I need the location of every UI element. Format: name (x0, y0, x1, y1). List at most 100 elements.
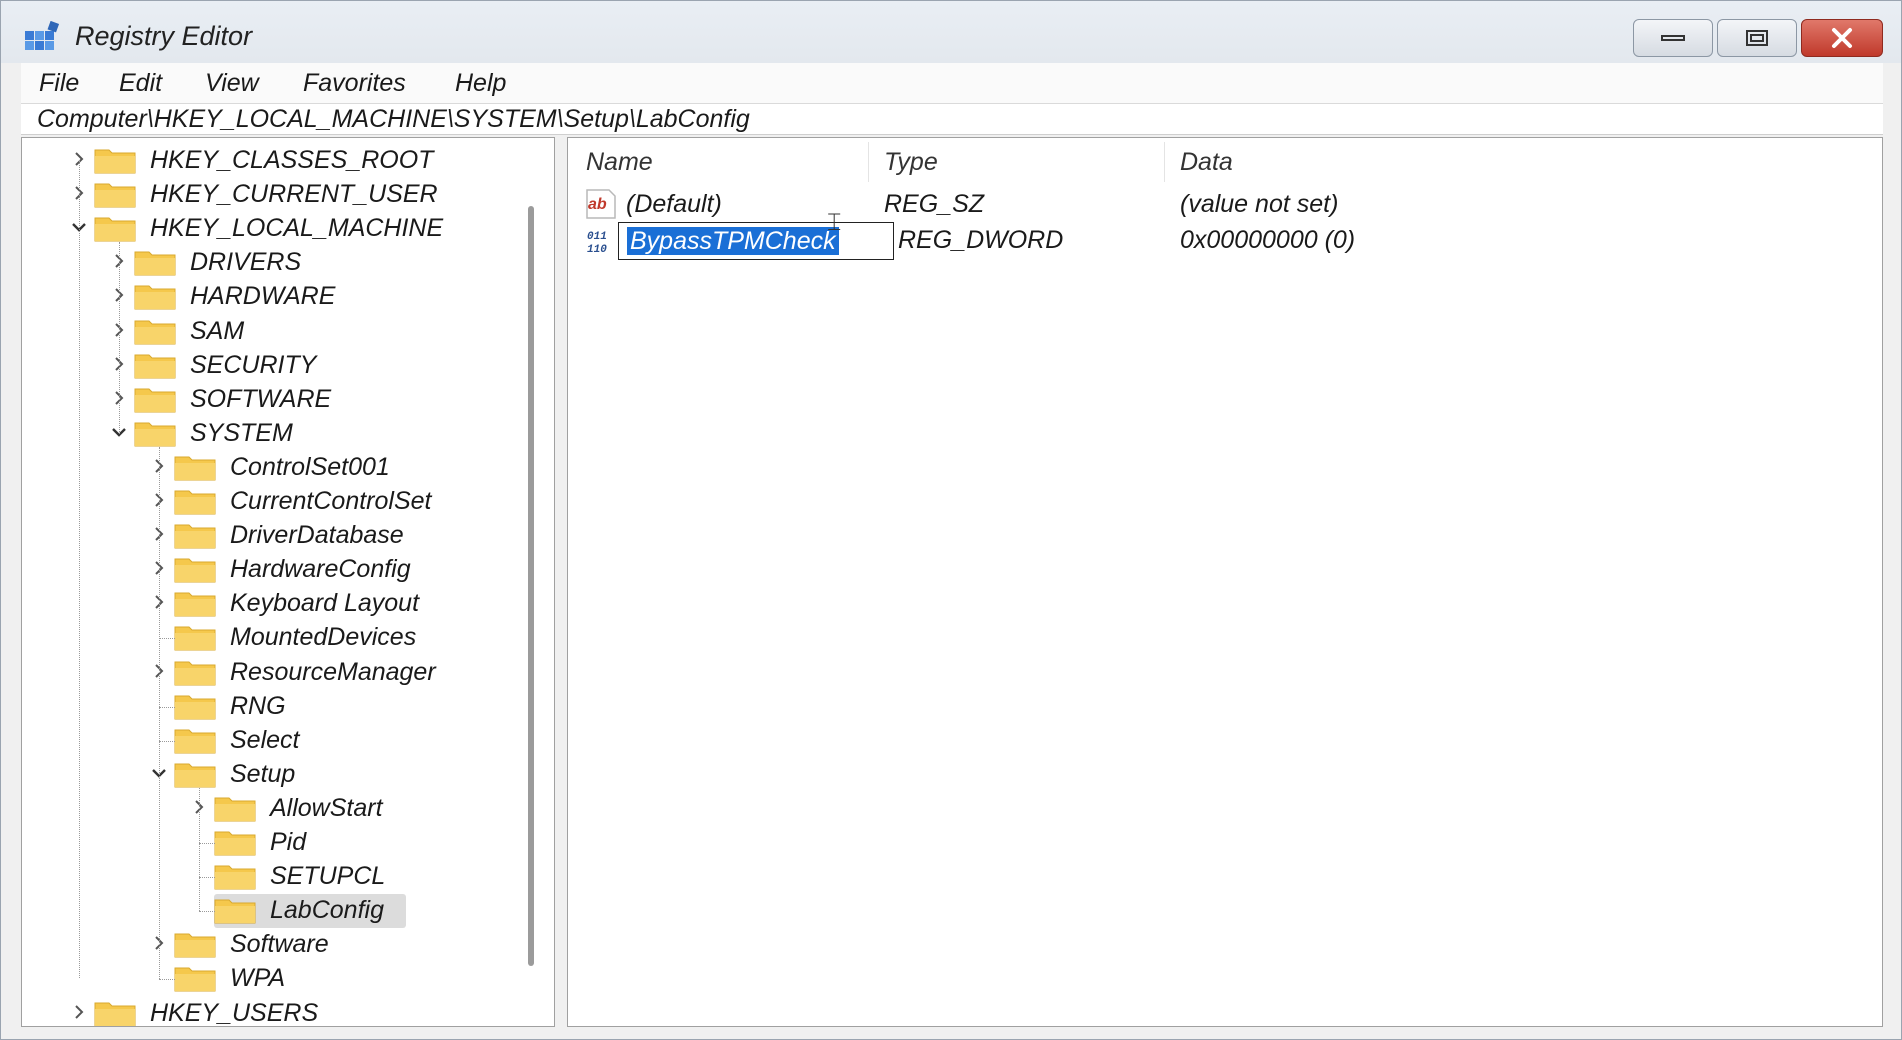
tree-node-label: MountedDevices (230, 623, 417, 652)
address-path[interactable]: Computer\HKEY_LOCAL_MACHINE\SYSTEM\Setup… (37, 104, 750, 134)
column-divider[interactable] (1164, 142, 1165, 182)
folder-icon (94, 147, 136, 174)
value-name: (Default) (626, 190, 722, 218)
tree-node-label: HKEY_CLASSES_ROOT (150, 146, 434, 174)
tree-node[interactable]: HardwareConfig (148, 553, 548, 585)
svg-text:110: 110 (587, 244, 607, 256)
folder-icon (94, 215, 136, 242)
title-bar[interactable]: Registry Editor (1, 1, 1901, 63)
folder-icon (174, 522, 216, 549)
column-divider[interactable] (868, 142, 869, 182)
folder-icon (134, 249, 176, 276)
tree-node-label: Setup (230, 759, 296, 788)
tree-node-label: HardwareConfig (230, 555, 411, 584)
menu-bar: File Edit View Favorites Help (21, 63, 1883, 103)
tree-node-label: AllowStart (270, 793, 383, 822)
column-header-name[interactable]: Name (586, 138, 653, 186)
minimize-icon (1634, 20, 1712, 56)
tree-guide-line (159, 979, 175, 981)
value-row[interactable]: 011 110 BypassTPMCheck ⌶ REG_DWORD 0x000… (568, 209, 1882, 260)
tree-node-label: Keyboard Layout (230, 589, 420, 618)
folder-icon (134, 420, 176, 447)
folder-icon (94, 1000, 136, 1026)
tree-node-label: HARDWARE (190, 282, 336, 311)
value-data: 0x00000000 (0) (1180, 226, 1356, 254)
folder-icon (174, 659, 216, 686)
value-data: (value not set) (1180, 190, 1339, 218)
tree-node-label: DRIVERS (190, 248, 302, 277)
tree-node-label: LabConfig (270, 896, 384, 925)
tree-node[interactable]: ControlSet001 (148, 451, 548, 483)
tree-node[interactable]: WPA (148, 962, 548, 994)
tree-node-label: HKEY_USERS (150, 998, 319, 1027)
rename-field[interactable]: BypassTPMCheck ⌶ (618, 209, 894, 260)
tree-guide-line (199, 787, 200, 912)
tree-scrollbar[interactable] (528, 206, 534, 966)
restore-icon (1718, 20, 1796, 56)
menu-file[interactable]: File (35, 63, 83, 103)
tree-node[interactable]: Setup (148, 758, 548, 790)
folder-icon (134, 283, 176, 310)
window-title: Registry Editor (75, 21, 253, 51)
tree-node[interactable]: Select (148, 724, 548, 756)
folder-icon (174, 727, 216, 754)
rename-selected-text[interactable]: BypassTPMCheck (627, 227, 839, 255)
menu-favorites[interactable]: Favorites (299, 63, 410, 103)
tree-guide-line (159, 706, 175, 708)
tree-node[interactable]: HKEY_CURRENT_USER (68, 178, 548, 210)
value-type: REG_DWORD (898, 226, 1064, 254)
tree-node[interactable]: HKEY_USERS (68, 997, 548, 1027)
values-list[interactable]: Name Type Data ab (Default) REG_SZ (valu… (567, 137, 1883, 1027)
binary-value-icon: 011 110 (584, 224, 618, 256)
tree-node[interactable]: Software (148, 928, 548, 960)
tree-node[interactable]: SYSTEM (108, 417, 548, 449)
tree-node-label: SETUPCL (270, 862, 386, 891)
value-row[interactable]: ab (Default) REG_SZ (value not set) (568, 186, 1882, 222)
tree-node[interactable]: SETUPCL (188, 860, 548, 892)
folder-icon (174, 965, 216, 992)
tree-node[interactable]: SECURITY (108, 349, 548, 381)
address-bar[interactable]: Computer\HKEY_LOCAL_MACHINE\SYSTEM\Setup… (21, 103, 1883, 135)
tree-node-label: CurrentControlSet (230, 487, 432, 515)
tree-node[interactable]: RNG (148, 690, 548, 722)
folder-icon (214, 863, 256, 890)
column-header-data[interactable]: Data (1180, 138, 1233, 186)
tree-guide-line (119, 242, 120, 434)
tree-guide-line (159, 740, 175, 742)
tree-node[interactable]: Pid (188, 826, 548, 858)
tree-node[interactable]: MountedDevices (148, 621, 548, 653)
menu-edit[interactable]: Edit (115, 63, 166, 103)
tree-node[interactable]: HARDWARE (108, 280, 548, 312)
tree-node[interactable]: LabConfig (188, 894, 548, 929)
tree-node-label: SECURITY (190, 350, 317, 379)
menu-help[interactable]: Help (451, 63, 510, 103)
tree-node[interactable]: SOFTWARE (108, 383, 548, 415)
tree-node[interactable]: HKEY_CLASSES_ROOT (68, 144, 548, 176)
folder-icon (214, 897, 256, 924)
folder-icon (174, 761, 216, 788)
tree-node[interactable]: HKEY_LOCAL_MACHINE (68, 212, 548, 244)
tree-guide-line (199, 877, 215, 879)
tree-node[interactable]: CurrentControlSet (148, 485, 548, 517)
tree-node[interactable]: DRIVERS (108, 246, 548, 278)
menu-view[interactable]: View (201, 63, 263, 103)
key-tree[interactable]: HKEY_CLASSES_ROOT HKEY_CURRENT_USER HKEY_L… (21, 137, 555, 1027)
chevron-right-icon[interactable] (68, 1001, 90, 1023)
maximize-button[interactable] (1717, 19, 1797, 57)
tree-node[interactable]: SAM (108, 315, 548, 347)
folder-icon (214, 795, 256, 822)
value-type: REG_SZ (884, 190, 985, 218)
tree-node[interactable]: AllowStart (188, 792, 548, 824)
tree-node[interactable]: ResourceManager (148, 656, 548, 688)
minimize-button[interactable] (1633, 19, 1713, 57)
tree-node[interactable]: Keyboard Layout (148, 587, 548, 619)
folder-icon (94, 181, 136, 208)
registry-editor-window: Registry Editor File Edit View Favorites… (0, 0, 1902, 1040)
tree-node-label: SOFTWARE (190, 384, 332, 413)
folder-icon (134, 386, 176, 413)
svg-text:ab: ab (588, 196, 607, 213)
tree-node[interactable]: DriverDatabase (148, 519, 548, 551)
close-button[interactable] (1801, 19, 1883, 57)
column-header-type[interactable]: Type (884, 138, 938, 186)
tree-guide-line (159, 446, 160, 980)
